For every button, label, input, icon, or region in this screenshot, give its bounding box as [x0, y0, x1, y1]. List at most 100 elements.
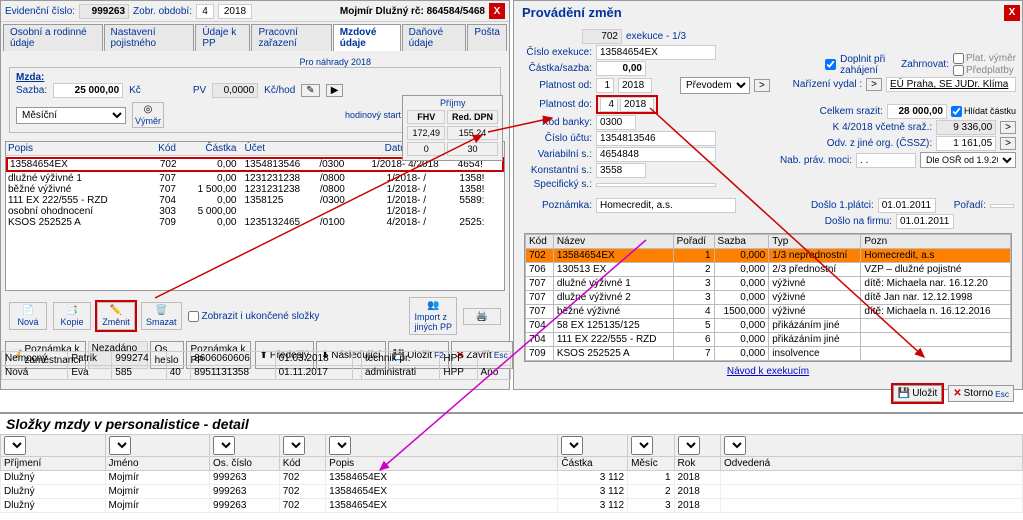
mesicni-select[interactable]: Měsíční: [16, 107, 126, 124]
list-row[interactable]: osobní ohodnocení3035 000,001/2018- /: [6, 206, 504, 217]
nab-value[interactable]: . .: [856, 153, 916, 168]
exec-row[interactable]: 709KSOS 252525 A70,000insolvence: [526, 347, 1011, 361]
detail-header[interactable]: Jméno: [105, 457, 210, 471]
zobr-month[interactable]: 4: [196, 4, 214, 19]
kopie-button[interactable]: 📑Kopie: [53, 302, 91, 330]
castka[interactable]: 0,00: [596, 61, 646, 76]
import-button[interactable]: 👥Import z jiných PP: [409, 297, 457, 335]
detail-header[interactable]: Částka: [558, 457, 628, 471]
detail-filter[interactable]: [724, 436, 746, 455]
tab-5[interactable]: Daňové údaje: [402, 24, 467, 51]
list-row[interactable]: běžné výživné7071 500,001231231238/08001…: [6, 184, 504, 195]
exec-row[interactable]: 70213584654EX10,0001/3 nepřednostníHomec…: [526, 249, 1011, 263]
tab-0[interactable]: Osobní a rodinné údaje: [3, 24, 103, 51]
plat-do-y[interactable]: 2018: [620, 97, 654, 112]
sazba-value[interactable]: 25 000,00: [53, 83, 123, 98]
tab-4[interactable]: Mzdové údaje: [333, 24, 401, 51]
prevodem-select[interactable]: Převodem: [680, 77, 750, 94]
hlidat-checkbox[interactable]: Hlídat částku: [951, 106, 1016, 117]
exec-row[interactable]: 707běžné výživné41500,000výživnédítě: Mi…: [526, 305, 1011, 319]
zobr-year[interactable]: 2018: [218, 4, 252, 19]
odv-value[interactable]: 1 161,05: [936, 136, 996, 151]
list-row[interactable]: KSOS 252525 A7090,001235132465/01004/201…: [6, 217, 504, 228]
var-s[interactable]: 4654848: [596, 147, 716, 162]
exec-row[interactable]: 707dlužné výživné 130,000výživnédítě: Mi…: [526, 277, 1011, 291]
detail-filter[interactable]: [213, 436, 235, 455]
narizeni-value[interactable]: EÚ Praha, SE JUDr. Klíma: [886, 77, 1016, 92]
detail-header[interactable]: Měsíc: [628, 457, 674, 471]
close-icon[interactable]: X: [489, 3, 505, 19]
list-row[interactable]: 111 EX 222/555 - RZD7040,001358125/03001…: [6, 195, 504, 206]
narizeni-btn[interactable]: >: [866, 78, 882, 91]
pv-next-button[interactable]: ▶: [326, 84, 344, 97]
list-row[interactable]: dlužné výživné 17070,001231231238/08001/…: [6, 173, 504, 184]
zmenit-button[interactable]: ✏️Změnit: [97, 302, 135, 330]
osr-select[interactable]: Dle OSŘ od 1.9.2015: [920, 152, 1016, 168]
detail-filter[interactable]: [631, 436, 653, 455]
detail-row[interactable]: DlužnýMojmír99926370213584654EX3 1123201…: [1, 499, 1023, 513]
detail-filter[interactable]: [329, 436, 351, 455]
detail-header[interactable]: Odvedená: [721, 457, 1023, 471]
konst-s[interactable]: 3558: [596, 163, 646, 178]
plat-vymer-checkbox[interactable]: Plat. výměr: [953, 53, 1016, 64]
employee-row[interactable]: NemocnýPatrik999274860606060601.03.2018t…: [2, 352, 511, 366]
plat-od-m[interactable]: 1: [596, 78, 614, 93]
doslo-na-value[interactable]: 01.01.2011: [896, 214, 954, 229]
cislo-uctu[interactable]: 1354813546: [596, 131, 716, 146]
tab-3[interactable]: Pracovní zařazení: [251, 24, 331, 51]
kod-banky[interactable]: 0300: [596, 115, 636, 130]
detail-filter[interactable]: [283, 436, 305, 455]
exec-grid[interactable]: KódNázevPořadíSazbaTypPozn 70213584654EX…: [524, 233, 1012, 362]
exec-row[interactable]: 70458 EX 125135/12550,000přikázáním jiné: [526, 319, 1011, 333]
list-area[interactable]: Popis Kód Částka Účet Datum do Vs 135846…: [5, 141, 505, 291]
detail-filter[interactable]: [561, 436, 583, 455]
detail-row[interactable]: DlužnýMojmír99926370213584654EX3 1121201…: [1, 471, 1023, 485]
detail-filter[interactable]: [4, 436, 26, 455]
spec-s[interactable]: [596, 183, 716, 187]
pv-edit-button[interactable]: ✎: [301, 84, 319, 97]
exec-row[interactable]: 707dlužné výživné 230,000výživnédítě Jan…: [526, 291, 1011, 305]
pro-nahrady-label[interactable]: Pro náhrady 2018: [9, 57, 501, 67]
exec-header[interactable]: Sazba: [714, 235, 769, 249]
celkem-value[interactable]: 28 000,00: [887, 104, 947, 119]
predplatby-checkbox[interactable]: Předplatby: [953, 65, 1016, 76]
doplnit-checkbox[interactable]: [825, 59, 836, 70]
smazat-button[interactable]: 🗑️Smazat: [141, 302, 182, 330]
zobr-ukonc-checkbox[interactable]: Zobrazit i ukončené složky: [188, 311, 320, 322]
poznamka-value[interactable]: Homecredit, a.s.: [596, 198, 736, 213]
detail-row[interactable]: DlužnýMojmír99926370213584654EX3 1122201…: [1, 485, 1023, 499]
list-h-popis[interactable]: Popis: [6, 142, 145, 155]
detail-header[interactable]: Rok: [674, 457, 720, 471]
list-h-ucet[interactable]: Účet: [239, 142, 318, 155]
exec-header[interactable]: Typ: [769, 235, 861, 249]
tab-6[interactable]: Pošta: [467, 24, 507, 51]
nova-button[interactable]: 📄Nová: [9, 302, 47, 330]
tab-1[interactable]: Nastavení pojistného: [104, 24, 195, 51]
exec-row[interactable]: 704111 EX 222/555 - RZD60,000přikázáním …: [526, 333, 1011, 347]
doslo-value[interactable]: 01.01.2011: [878, 198, 936, 213]
storno-button[interactable]: ✕StornoEsc: [948, 385, 1014, 402]
exec-header[interactable]: Pořadí: [673, 235, 714, 249]
exec-header[interactable]: Kód: [526, 235, 554, 249]
detail-header[interactable]: Os. číslo: [210, 457, 280, 471]
detail-filter[interactable]: [678, 436, 700, 455]
exec-row[interactable]: 706130513 EX20,0002/3 přednostníVZP – dl…: [526, 263, 1011, 277]
employee-row[interactable]: NováEva58540895113135801.11.2017administ…: [2, 366, 511, 380]
detail-grid[interactable]: PříjmeníJménoOs. čísloKódPopisČástkaMěsí…: [0, 434, 1023, 513]
tab-2[interactable]: Údaje k PP: [195, 24, 250, 51]
navod-link[interactable]: Návod k exekucím: [727, 366, 809, 377]
exec-header[interactable]: Název: [553, 235, 673, 249]
plat-do-m[interactable]: 4: [600, 97, 618, 112]
odv-btn[interactable]: >: [1000, 137, 1016, 150]
k42018-btn[interactable]: >: [1000, 121, 1016, 134]
list-h-kod[interactable]: Kód: [145, 142, 178, 155]
ulozit-right-button[interactable]: 💾Uložit: [893, 385, 942, 402]
employee-table[interactable]: NemocnýPatrik999274860606060601.03.2018t…: [1, 351, 511, 380]
list-h-castka[interactable]: Částka: [178, 142, 239, 155]
exec-header[interactable]: Pozn: [861, 235, 1011, 249]
plat-od-y[interactable]: 2018: [618, 78, 652, 93]
detail-header[interactable]: Popis: [326, 457, 558, 471]
detail-header[interactable]: Kód: [279, 457, 325, 471]
vymer-button[interactable]: ◎ Výměr: [132, 102, 164, 128]
print-button[interactable]: 🖨️: [463, 308, 501, 325]
